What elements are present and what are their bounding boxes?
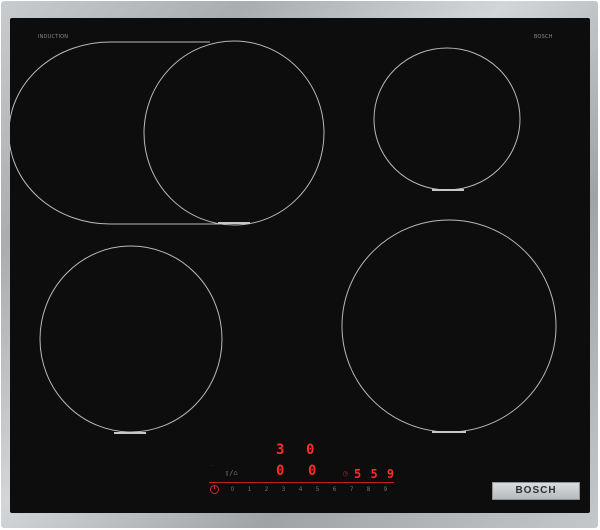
scale-step[interactable]: 9 [381,486,390,493]
cooking-zone-left-bottom[interactable] [39,245,223,433]
scale-step[interactable]: 1 [245,486,254,493]
display-top-right: 0 [306,442,316,458]
power-icon[interactable] [210,485,219,494]
scale-step[interactable]: 6 [330,486,339,493]
bosch-brand-badge: BOSCH [492,482,580,500]
timer-icon[interactable]: ◷ [343,469,348,478]
display-bottom-left: 0 [276,463,286,479]
cooking-zones [10,40,557,434]
flex-zone-outline [10,41,220,225]
cooking-zone-right-top[interactable] [373,47,521,191]
induction-label: INDUCTION [38,34,69,40]
brand-label-top: BOSCH [534,34,553,40]
power-scale-slider[interactable]: 0 1 2 3 4 5 6 7 8 9 [228,486,390,493]
cooking-zone-left-top[interactable] [143,40,325,226]
control-divider-line [209,482,394,483]
display-bottom-right: 0 [308,463,318,479]
scale-step[interactable]: 0 [228,486,237,493]
settings-symbols[interactable]: ▯/⌂ [225,469,238,477]
scale-step[interactable]: 4 [296,486,305,493]
scale-step[interactable]: 3 [279,486,288,493]
scale-step[interactable]: 5 [313,486,322,493]
scale-step[interactable]: 2 [262,486,271,493]
brand-text: BOSCH [515,485,557,496]
glass-cooktop: INDUCTION BOSCH 3 0 0 0 ‾ ▯/⌂ ◷ 5 5 9 0 … [10,18,590,513]
display-top-left: 3 [276,442,286,458]
cooking-zone-right-bottom[interactable] [341,219,557,433]
timer-display: 5 5 9 [354,467,396,481]
scale-step[interactable]: 7 [347,486,356,493]
small-red-indicator: ‾ [210,465,214,472]
scale-step[interactable]: 8 [364,486,373,493]
